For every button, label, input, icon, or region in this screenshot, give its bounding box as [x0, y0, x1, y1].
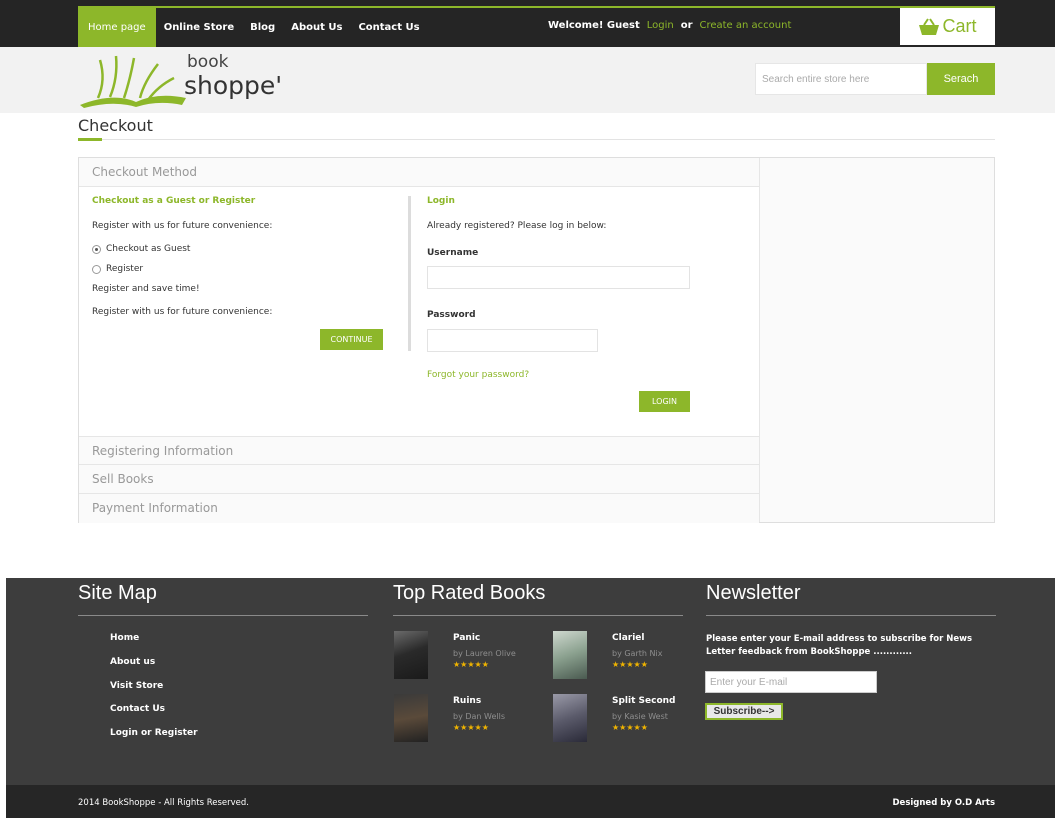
star-rating-icon: ★★★★★	[453, 723, 489, 732]
logo-text-shoppe: shoppe'	[184, 71, 283, 100]
sitemap-link-login-register[interactable]: Login or Register	[110, 728, 198, 738]
footer	[6, 578, 1055, 785]
cart-label: Cart	[942, 16, 977, 36]
subscribe-button[interactable]: Subscribe-->	[705, 703, 783, 720]
newsletter-heading: Newsletter	[706, 582, 801, 604]
column-divider	[408, 196, 411, 351]
logo-text-book: book	[187, 52, 229, 72]
star-rating-icon: ★★★★★	[612, 660, 648, 669]
sell-books-header[interactable]: Sell Books	[79, 465, 759, 494]
star-rating-icon: ★★★★★	[453, 660, 489, 669]
basket-icon	[919, 17, 940, 35]
radio-guest-label: Checkout as Guest	[106, 244, 191, 254]
radio-unselected-icon[interactable]	[92, 264, 101, 274]
book-cover-clariel[interactable]	[553, 631, 587, 679]
newsletter-email-input[interactable]	[705, 671, 877, 693]
site-map-heading: Site Map	[78, 582, 157, 604]
cart-button[interactable]: Cart	[900, 8, 995, 45]
welcome-or-text: or	[680, 20, 693, 31]
newsletter-text: Please enter your E-mail address to subs…	[706, 634, 973, 657]
password-field[interactable]	[427, 329, 598, 352]
radio-register[interactable]: Register	[92, 264, 143, 274]
sitemap-link-about-us[interactable]: About us	[110, 657, 155, 667]
welcome-message: Welcome! Guest Login or Create an accoun…	[548, 20, 791, 31]
nav-about-us[interactable]: About Us	[283, 8, 350, 47]
star-rating-icon: ★★★★★	[612, 723, 648, 732]
open-book-logo-icon	[80, 55, 186, 108]
site-logo[interactable]: book shoppe'	[78, 50, 308, 110]
nav-home-page[interactable]: Home page	[78, 8, 156, 47]
book-cover-ruins[interactable]	[394, 694, 428, 742]
search-input[interactable]	[755, 63, 927, 95]
login-link[interactable]: Login	[647, 20, 674, 31]
main-nav: Home page Online Store Blog About Us Con…	[78, 8, 428, 47]
sitemap-link-contact-us[interactable]: Contact Us	[110, 704, 165, 714]
newsletter-rule	[706, 615, 996, 616]
radio-register-label: Register	[106, 264, 144, 274]
book-title-split-second[interactable]: Split Second	[612, 696, 675, 706]
forgot-password-link[interactable]: Forgot your password?	[427, 370, 529, 380]
sitemap-link-visit-store[interactable]: Visit Store	[110, 681, 163, 691]
book-author-split-second: by Kasie West	[612, 712, 668, 721]
designed-by-text: Designed by O.D Arts	[892, 798, 996, 808]
login-prompt: Already registered? Please log in below:	[427, 221, 607, 231]
book-title-ruins[interactable]: Ruins	[453, 696, 481, 706]
title-divider	[78, 139, 995, 140]
checkout-method-header[interactable]: Checkout Method	[79, 158, 759, 187]
continue-button[interactable]: CONTINUE	[320, 329, 383, 350]
radio-selected-icon[interactable]	[92, 244, 101, 254]
book-title-panic[interactable]: Panic	[453, 633, 480, 643]
search-button[interactable]: Serach	[927, 63, 995, 95]
top-rated-rule	[393, 615, 683, 616]
register-prompt: Register with us for future convenience:	[92, 221, 273, 231]
guest-register-heading: Checkout as a Guest or Register	[92, 196, 256, 206]
checkout-side-column	[759, 158, 994, 522]
title-accent	[78, 138, 102, 141]
book-author-clariel: by Garth Nix	[612, 649, 663, 658]
username-field[interactable]	[427, 266, 690, 289]
username-label: Username	[427, 248, 479, 258]
payment-information-header[interactable]: Payment Information	[79, 494, 759, 523]
book-title-clariel[interactable]: Clariel	[612, 633, 644, 643]
radio-checkout-as-guest[interactable]: Checkout as Guest	[92, 244, 190, 254]
top-rated-heading: Top Rated Books	[393, 582, 546, 604]
page-title: Checkout	[78, 116, 153, 135]
nav-contact-us[interactable]: Contact Us	[350, 8, 427, 47]
book-cover-split-second[interactable]	[553, 694, 587, 742]
registering-information-header[interactable]: Registering Information	[79, 436, 759, 465]
login-heading: Login	[427, 196, 455, 206]
welcome-guest-text: Welcome! Guest	[548, 20, 640, 31]
nav-blog[interactable]: Blog	[242, 8, 283, 47]
register-save-time: Register and save time!	[92, 284, 200, 294]
book-author-panic: by Lauren Olive	[453, 649, 516, 658]
create-account-link[interactable]: Create an account	[699, 20, 791, 31]
password-label: Password	[427, 310, 476, 320]
site-map-rule	[78, 615, 368, 616]
book-cover-panic[interactable]	[394, 631, 428, 679]
register-prompt-2: Register with us for future convenience:	[92, 307, 273, 317]
sitemap-link-home[interactable]: Home	[110, 633, 139, 643]
book-author-ruins: by Dan Wells	[453, 712, 506, 721]
checkout-panel: Checkout Method Checkout as a Guest or R…	[78, 157, 995, 523]
login-button[interactable]: LOGIN	[639, 391, 690, 412]
copyright-text: 2014 BookShoppe - All Rights Reserved.	[78, 798, 249, 808]
nav-online-store[interactable]: Online Store	[156, 8, 242, 47]
